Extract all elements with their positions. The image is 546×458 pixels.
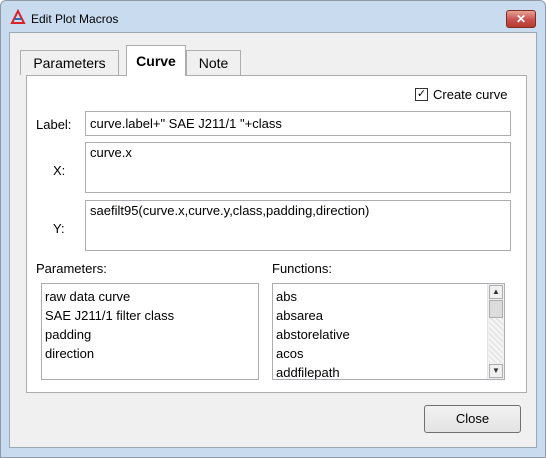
- list-item[interactable]: absarea: [273, 306, 504, 325]
- functions-list[interactable]: abs absarea abstorelative acos addfilepa…: [272, 283, 505, 380]
- close-button[interactable]: Close: [424, 405, 521, 433]
- window-close-button[interactable]: ✕: [506, 10, 536, 28]
- tab-parameters[interactable]: Parameters: [20, 50, 119, 75]
- tab-curve[interactable]: Curve: [126, 45, 186, 76]
- create-curve-checkbox[interactable]: ✓: [415, 88, 428, 101]
- create-curve-label: Create curve: [433, 87, 508, 102]
- x-caption: X:: [53, 163, 66, 178]
- dialog-body: Parameters Curve Note ✓ Create curve Lab…: [9, 32, 537, 448]
- scroll-down-icon[interactable]: ▼: [489, 364, 503, 378]
- app-logo-icon: [10, 9, 26, 24]
- functions-caption: Functions:: [272, 261, 332, 276]
- list-item[interactable]: raw data curve: [42, 287, 258, 306]
- scroll-up-icon[interactable]: ▲: [489, 285, 503, 299]
- list-item[interactable]: addfilepath: [273, 363, 504, 379]
- label-caption: Label:: [36, 117, 72, 132]
- list-item[interactable]: acos: [273, 344, 504, 363]
- parameters-caption: Parameters:: [36, 261, 107, 276]
- parameters-list[interactable]: raw data curve SAE J211/1 filter class p…: [41, 283, 259, 380]
- scroll-track[interactable]: [489, 318, 503, 363]
- y-expression-field[interactable]: saefilt95(curve.x,curve.y,class,padding,…: [85, 200, 511, 251]
- tab-note[interactable]: Note: [186, 50, 241, 75]
- list-item[interactable]: SAE J211/1 filter class: [42, 306, 258, 325]
- y-caption: Y:: [53, 221, 65, 236]
- curve-tab-panel: ✓ Create curve Label: curve.label+" SAE …: [26, 75, 527, 393]
- title-bar[interactable]: Edit Plot Macros ✕: [1, 1, 545, 33]
- dialog-window: Edit Plot Macros ✕ Parameters Curve Note…: [0, 0, 546, 458]
- scroll-thumb[interactable]: [489, 300, 503, 318]
- list-item[interactable]: abs: [273, 287, 504, 306]
- x-expression-field[interactable]: curve.x: [85, 142, 511, 193]
- list-item[interactable]: direction: [42, 344, 258, 363]
- label-field[interactable]: curve.label+" SAE J211/1 "+class: [85, 111, 511, 136]
- list-item[interactable]: abstorelative: [273, 325, 504, 344]
- functions-scrollbar[interactable]: ▲ ▼: [487, 284, 504, 379]
- window-title: Edit Plot Macros: [31, 12, 119, 26]
- list-item[interactable]: padding: [42, 325, 258, 344]
